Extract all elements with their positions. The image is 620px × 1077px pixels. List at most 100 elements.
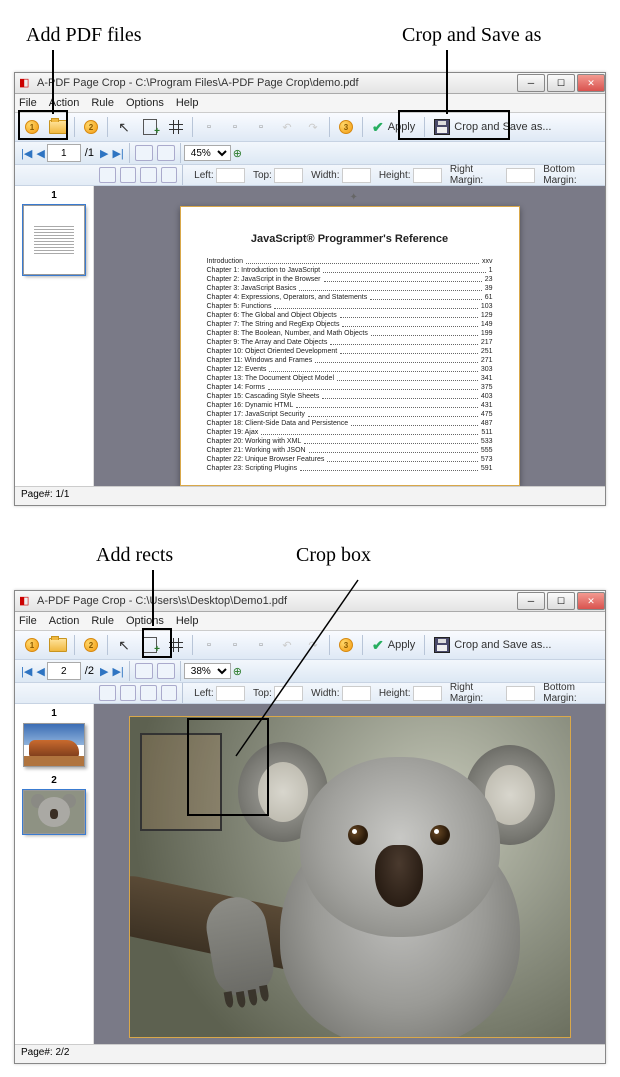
menu-help[interactable]: Help	[176, 615, 199, 627]
align-icon[interactable]	[99, 685, 116, 701]
page-image	[129, 716, 571, 1038]
thumbnail-1[interactable]	[23, 205, 85, 275]
minimize-button[interactable]: ─	[517, 74, 545, 92]
crop-rectangle[interactable]	[140, 733, 222, 831]
undo-button[interactable]: ↶	[277, 117, 297, 137]
grid-button[interactable]	[166, 117, 186, 137]
close-button[interactable]: ✕	[577, 592, 605, 610]
add-rect-button[interactable]	[140, 117, 160, 137]
step-2-icon: 2	[81, 635, 101, 655]
separator	[182, 683, 183, 703]
menu-rule[interactable]: Rule	[91, 615, 114, 627]
first-page-button[interactable]: |◀	[21, 147, 32, 160]
menu-action[interactable]: Action	[49, 615, 80, 627]
next-page-button[interactable]: ▶	[100, 147, 108, 160]
align-icon[interactable]	[99, 167, 116, 183]
apply-button[interactable]: ✔Apply	[366, 635, 421, 656]
width-label: Width:	[311, 170, 339, 181]
toc-line: Chapter 4: Expressions, Operators, and S…	[207, 293, 493, 302]
fit-width-button[interactable]	[157, 145, 175, 161]
align-icon[interactable]	[161, 685, 178, 701]
height-input[interactable]	[413, 686, 442, 701]
align-icon[interactable]	[140, 167, 157, 183]
separator	[182, 165, 183, 185]
redo-button[interactable]: ↷	[303, 635, 323, 655]
step-3-icon: 3	[336, 117, 356, 137]
redo-button[interactable]: ↷	[303, 117, 323, 137]
add-rect-button[interactable]	[140, 635, 160, 655]
tool-button[interactable]: ▫	[225, 117, 245, 137]
align-icon[interactable]	[120, 167, 137, 183]
app-icon: ◧	[19, 76, 33, 90]
open-file-button[interactable]	[48, 117, 68, 137]
zoom-in-button[interactable]: ⊕	[233, 665, 242, 678]
annotation-crop-save: Crop and Save as	[402, 24, 541, 47]
tool-button[interactable]: ▫	[251, 117, 271, 137]
tool-button[interactable]: ▫	[251, 635, 271, 655]
align-icon[interactable]	[120, 685, 137, 701]
width-input[interactable]	[342, 686, 371, 701]
fit-page-button[interactable]	[135, 145, 153, 161]
page-number-input[interactable]	[47, 144, 81, 162]
menu-options[interactable]: Options	[126, 615, 164, 627]
select-tool-button[interactable]: ↖	[114, 635, 134, 655]
zoom-select[interactable]: 45%	[184, 145, 231, 161]
fit-width-button[interactable]	[157, 663, 175, 679]
fit-page-button[interactable]	[135, 663, 153, 679]
thumbnail-1[interactable]	[23, 723, 85, 767]
separator	[192, 117, 193, 137]
right-margin-input[interactable]	[506, 168, 535, 183]
zoom-select[interactable]: 38%	[184, 663, 231, 679]
menu-help[interactable]: Help	[176, 97, 199, 109]
prev-page-button[interactable]: ◀	[36, 665, 44, 678]
open-file-button[interactable]	[48, 635, 68, 655]
first-page-button[interactable]: |◀	[21, 665, 32, 678]
height-input[interactable]	[413, 168, 442, 183]
tool-button[interactable]: ▫	[199, 117, 219, 137]
menu-file[interactable]: File	[19, 615, 37, 627]
callout-line	[446, 50, 448, 114]
main-toolbar: 1 2 ↖ ▫ ▫ ▫ ↶ ↷ 3 ✔Apply Crop and Save a…	[15, 631, 605, 660]
close-button[interactable]: ✕	[577, 74, 605, 92]
left-input[interactable]	[216, 168, 245, 183]
crop-and-save-button[interactable]: Crop and Save as...	[428, 117, 557, 137]
last-page-button[interactable]: ▶|	[112, 147, 123, 160]
right-margin-input[interactable]	[506, 686, 535, 701]
minimize-button[interactable]: ─	[517, 592, 545, 610]
apply-button[interactable]: ✔Apply	[366, 117, 421, 138]
top-input[interactable]	[274, 168, 303, 183]
thumbnail-panel: 1	[15, 186, 94, 486]
separator	[362, 117, 363, 137]
width-input[interactable]	[342, 168, 371, 183]
last-page-button[interactable]: ▶|	[112, 665, 123, 678]
undo-button[interactable]: ↶	[277, 635, 297, 655]
menu-options[interactable]: Options	[126, 97, 164, 109]
menu-bar: File Action Rule Options Help	[15, 94, 605, 113]
app-icon: ◧	[19, 594, 33, 608]
separator	[329, 117, 330, 137]
left-input[interactable]	[216, 686, 245, 701]
handle-icon[interactable]: ✦	[350, 192, 358, 203]
grid-button[interactable]	[166, 635, 186, 655]
thumbnail-2[interactable]	[23, 790, 85, 834]
document-viewport[interactable]	[94, 704, 605, 1044]
tool-button[interactable]: ▫	[225, 635, 245, 655]
separator	[107, 635, 108, 655]
zoom-in-button[interactable]: ⊕	[233, 147, 242, 160]
tool-button[interactable]: ▫	[199, 635, 219, 655]
maximize-button[interactable]: ☐	[547, 74, 575, 92]
menu-file[interactable]: File	[19, 97, 37, 109]
title-bar: ◧ A-PDF Page Crop - C:\Users\s\Desktop\D…	[15, 591, 605, 612]
next-page-button[interactable]: ▶	[100, 665, 108, 678]
document-viewport[interactable]: ✦ JavaScript® Programmer's Reference Int…	[94, 186, 605, 486]
align-icon[interactable]	[140, 685, 157, 701]
page-number-input[interactable]	[47, 662, 81, 680]
menu-rule[interactable]: Rule	[91, 97, 114, 109]
align-icon[interactable]	[161, 167, 178, 183]
select-tool-button[interactable]: ↖	[114, 117, 134, 137]
crop-and-save-button[interactable]: Crop and Save as...	[428, 635, 557, 655]
top-input[interactable]	[274, 686, 303, 701]
prev-page-button[interactable]: ◀	[36, 147, 44, 160]
thumbnail-panel: 1 2	[15, 704, 94, 1044]
maximize-button[interactable]: ☐	[547, 592, 575, 610]
